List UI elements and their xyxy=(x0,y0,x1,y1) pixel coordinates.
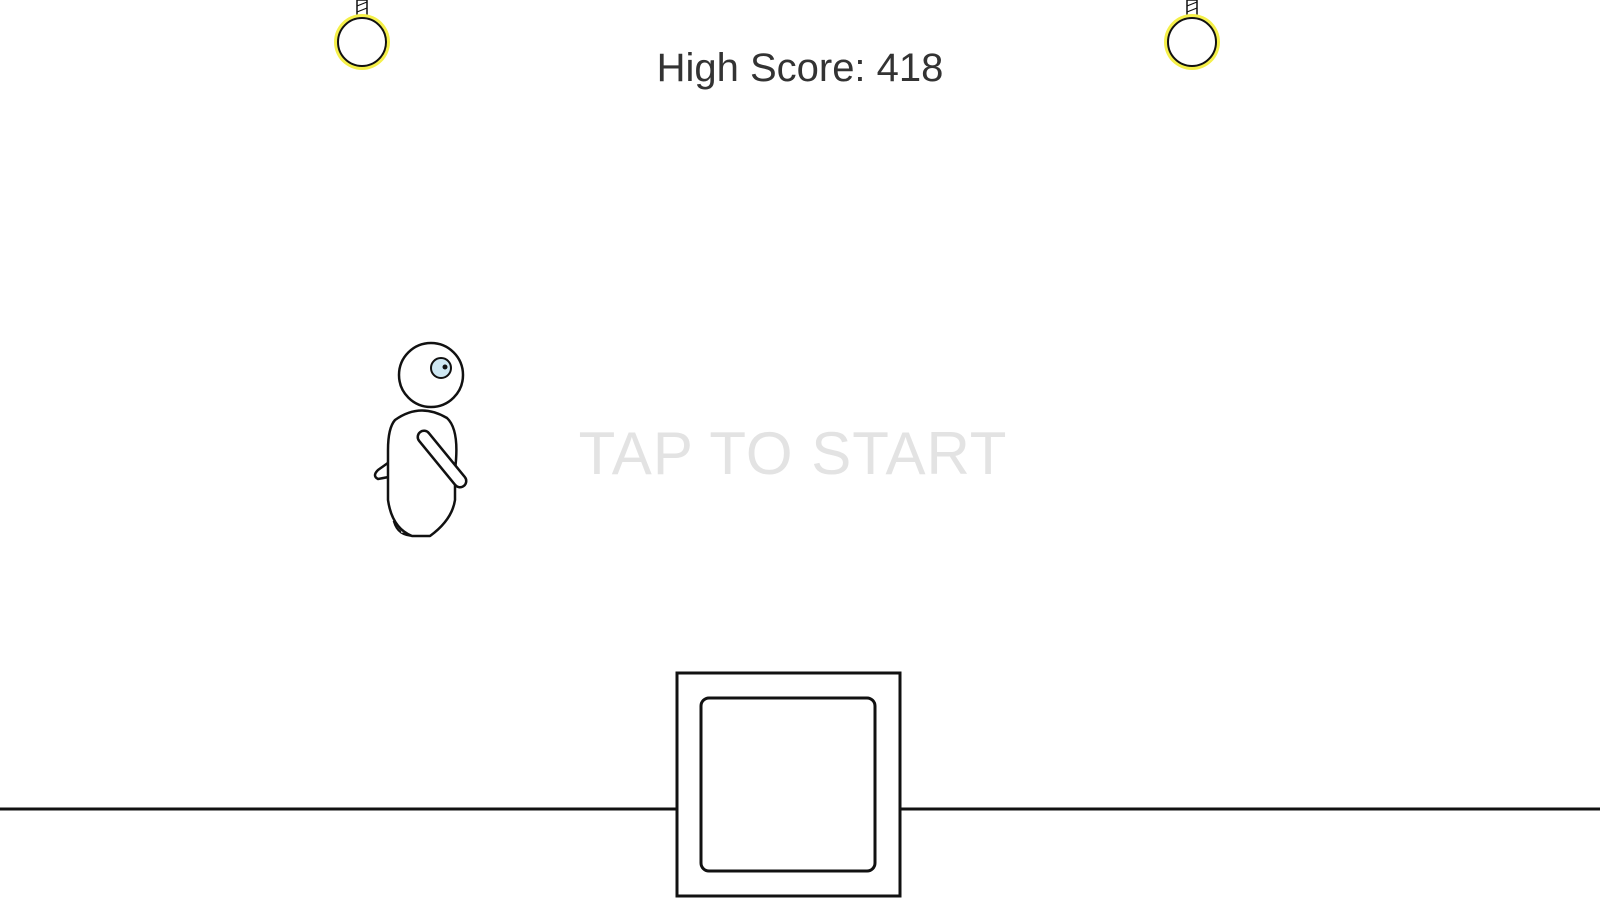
player-character xyxy=(373,341,468,538)
tap-to-start-prompt[interactable]: TAP TO START xyxy=(578,418,1008,490)
high-score-value: 418 xyxy=(876,46,944,90)
box-obstacle xyxy=(675,671,902,898)
game-canvas[interactable]: High Score: 418 TAP TO START xyxy=(0,0,1600,900)
high-score-label: High Score: xyxy=(656,46,866,90)
high-score-display: High Score: 418 xyxy=(0,40,1600,96)
